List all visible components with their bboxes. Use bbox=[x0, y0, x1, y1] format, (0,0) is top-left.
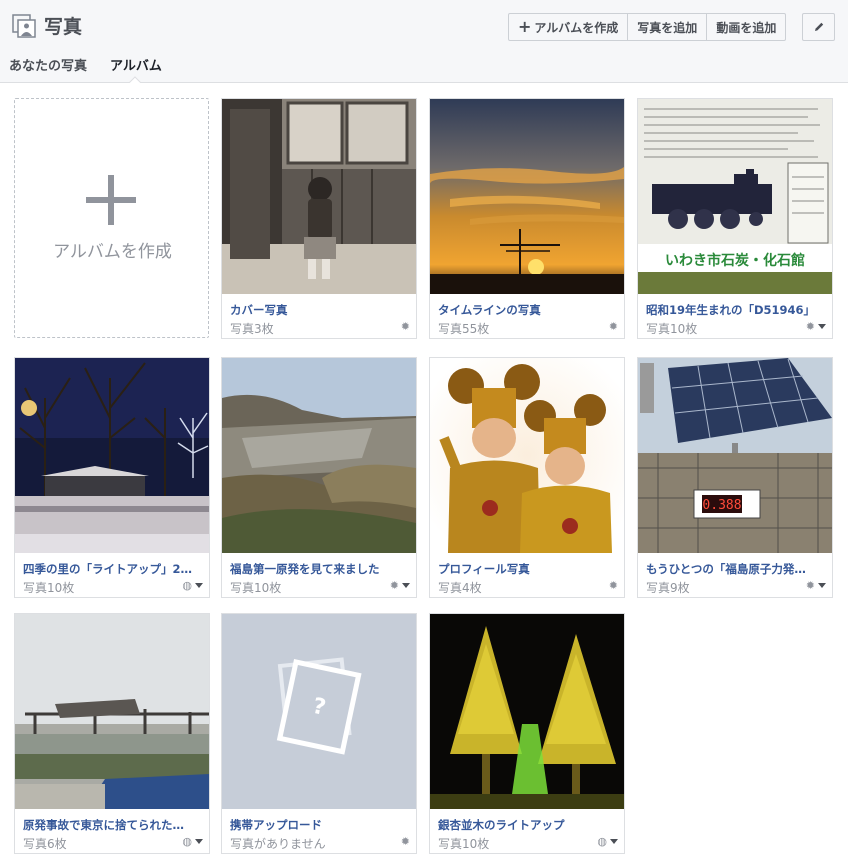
album-title[interactable]: 昭和19年生まれの「D51946」 bbox=[646, 302, 816, 318]
gear-icon[interactable]: ✹ bbox=[390, 580, 399, 591]
album-card[interactable]: タイムラインの写真 写真55枚 ✹ bbox=[429, 98, 625, 339]
gear-icon[interactable]: ✹ bbox=[401, 321, 410, 332]
album-photo-count: 写真10枚 bbox=[646, 322, 698, 336]
album-thumbnail bbox=[15, 614, 209, 809]
album-card[interactable]: 銀杏並木のライトアップ 写真10枚 ◍ bbox=[429, 613, 625, 854]
album-title[interactable]: 福島第一原発を見て来ました bbox=[230, 561, 400, 577]
album-title[interactable]: カバー写真 bbox=[230, 302, 400, 318]
album-photo-count: 写真3枚 bbox=[230, 322, 274, 336]
plus-icon: + bbox=[518, 17, 532, 36]
globe-icon[interactable]: ◍ bbox=[597, 836, 607, 847]
album-thumbnail bbox=[15, 358, 209, 553]
album-thumbnail: ? bbox=[222, 614, 416, 809]
album-card[interactable]: 福島第一原発を見て来ました 写真10枚 ✹ bbox=[221, 357, 417, 598]
tab-albums[interactable]: アルバム bbox=[110, 55, 162, 74]
album-thumbnail: いわき市石炭・化石館 bbox=[638, 99, 832, 294]
album-title[interactable]: 原発事故で東京に捨てられた街の駅 bbox=[23, 817, 193, 833]
gear-icon[interactable]: ✹ bbox=[806, 580, 815, 591]
chevron-down-icon[interactable] bbox=[818, 583, 826, 588]
album-title[interactable]: 携帯アップロード bbox=[230, 817, 400, 833]
album-photo-count: 写真55枚 bbox=[438, 322, 490, 336]
chevron-down-icon[interactable] bbox=[610, 839, 618, 844]
edit-button[interactable] bbox=[802, 13, 835, 41]
album-title[interactable]: もうひとつの「福島原子力発電所」 bbox=[646, 561, 816, 577]
album-title[interactable]: 銀杏並木のライトアップ bbox=[438, 817, 608, 833]
album-photo-count: 写真10枚 bbox=[23, 581, 75, 595]
album-card[interactable]: 0.388 もうひとつの「福島原子力発電所」 写真9枚 ✹ bbox=[637, 357, 833, 598]
album-title[interactable]: タイムラインの写真 bbox=[438, 302, 608, 318]
create-album-card-label: アルバムを作成 bbox=[53, 242, 172, 262]
album-photo-count: 写真10枚 bbox=[230, 581, 282, 595]
page-title: 写真 bbox=[44, 16, 83, 38]
album-card[interactable]: プロフィール写真 写真4枚 ✹ bbox=[429, 357, 625, 598]
album-card[interactable]: 原発事故で東京に捨てられた街の駅 写真6枚 ◍ bbox=[14, 613, 210, 854]
album-thumbnail bbox=[430, 99, 624, 294]
chevron-down-icon[interactable] bbox=[195, 583, 203, 588]
museum-sign-text: いわき市石炭・化石館 bbox=[665, 252, 805, 269]
album-thumbnail: 0.388 bbox=[638, 358, 832, 553]
album-thumbnail bbox=[430, 358, 624, 553]
album-photo-count: 写真6枚 bbox=[23, 837, 67, 851]
album-card[interactable]: ? 携帯アップロード 写真がありません ✹ bbox=[221, 613, 417, 854]
chevron-down-icon[interactable] bbox=[195, 839, 203, 844]
solar-meter-readout: 0.388 bbox=[702, 498, 741, 513]
create-album-card[interactable]: アルバムを作成 bbox=[14, 98, 209, 338]
pencil-icon bbox=[814, 22, 823, 31]
globe-icon[interactable]: ◍ bbox=[182, 836, 192, 847]
globe-icon[interactable]: ◍ bbox=[182, 580, 192, 591]
create-album-label: アルバムを作成 bbox=[534, 20, 619, 35]
album-thumbnail bbox=[222, 99, 416, 294]
gear-icon[interactable]: ✹ bbox=[806, 321, 815, 332]
plus-icon bbox=[86, 175, 136, 225]
create-album-button[interactable]: + アルバムを作成 bbox=[509, 14, 627, 40]
tab-your-photos[interactable]: あなたの写真 bbox=[9, 55, 87, 74]
gear-icon[interactable]: ✹ bbox=[609, 580, 618, 591]
album-thumbnail bbox=[430, 614, 624, 809]
album-photo-count: 写真9枚 bbox=[646, 581, 690, 595]
active-tab-indicator bbox=[129, 76, 141, 83]
album-title[interactable]: 四季の里の「ライトアップ」2011年 bbox=[23, 561, 193, 577]
add-photos-button[interactable]: 写真を追加 bbox=[627, 14, 706, 40]
photos-header: 写真 + アルバムを作成 写真を追加 動画を追加 あなたの写真 アルバム bbox=[0, 0, 848, 83]
photos-icon bbox=[12, 14, 36, 38]
chevron-down-icon[interactable] bbox=[402, 583, 410, 588]
album-card[interactable]: いわき市石炭・化石館 昭和19年生まれの「D51946」 写真10枚 ✹ bbox=[637, 98, 833, 339]
album-photo-count: 写真がありません bbox=[230, 837, 326, 851]
chevron-down-icon[interactable] bbox=[818, 324, 826, 329]
album-card[interactable]: 四季の里の「ライトアップ」2011年 写真10枚 ◍ bbox=[14, 357, 210, 598]
gear-icon[interactable]: ✹ bbox=[401, 836, 410, 847]
album-title[interactable]: プロフィール写真 bbox=[438, 561, 608, 577]
gear-icon[interactable]: ✹ bbox=[609, 321, 618, 332]
album-photo-count: 写真4枚 bbox=[438, 581, 482, 595]
add-video-button[interactable]: 動画を追加 bbox=[706, 14, 785, 40]
album-thumbnail bbox=[222, 358, 416, 553]
album-card[interactable]: カバー写真 写真3枚 ✹ bbox=[221, 98, 417, 339]
header-actions: + アルバムを作成 写真を追加 動画を追加 bbox=[508, 13, 787, 41]
album-photo-count: 写真10枚 bbox=[438, 837, 490, 851]
